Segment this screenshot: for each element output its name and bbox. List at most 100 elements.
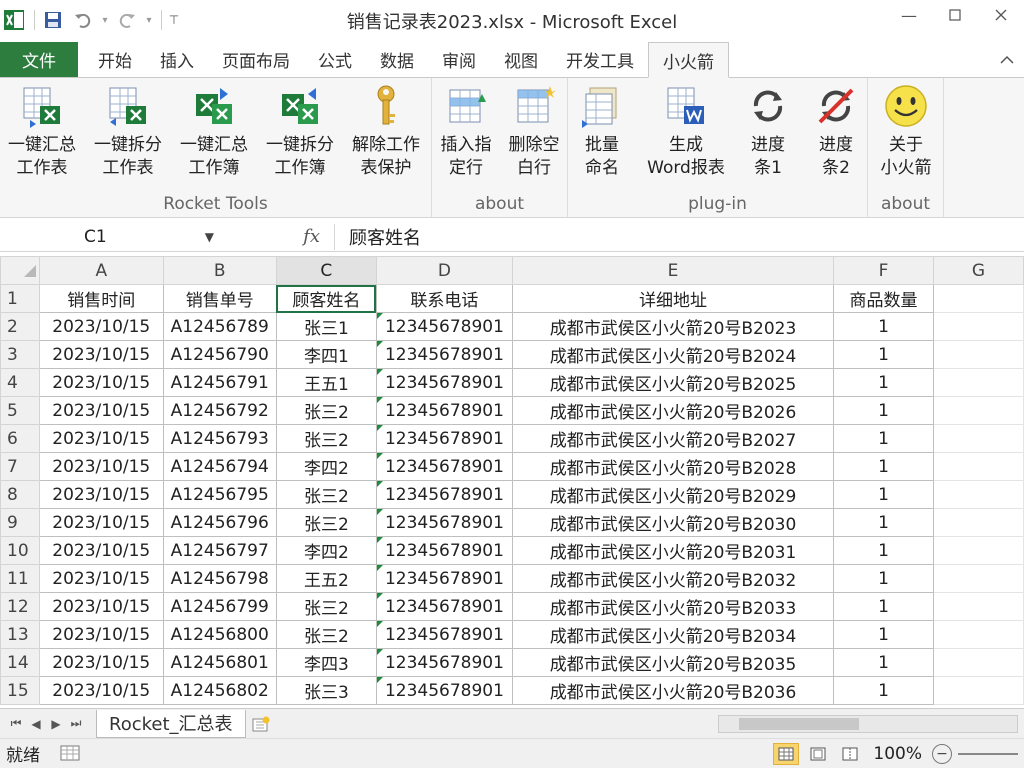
table-cell[interactable]: 成都市武侯区小火箭20号B2031 [512, 536, 835, 565]
table-cell[interactable]: 1 [833, 676, 934, 705]
table-cell[interactable]: A12456794 [162, 452, 277, 481]
name-box[interactable]: C1 ▼ [4, 224, 224, 250]
empty-cell[interactable] [932, 564, 1024, 593]
empty-cell[interactable] [932, 424, 1024, 453]
table-cell[interactable]: 张三3 [275, 676, 377, 705]
sheet-tab-rocket-summary[interactable]: Rocket_汇总表 [96, 709, 246, 738]
tab-insert[interactable]: 插入 [146, 42, 208, 77]
row-header[interactable]: 14 [0, 648, 41, 677]
empty-cell[interactable] [932, 620, 1024, 649]
table-cell[interactable]: 1 [833, 508, 934, 537]
minimize-button[interactable]: — [886, 0, 932, 30]
table-cell[interactable]: 2023/10/15 [39, 340, 164, 369]
horizontal-scrollbar[interactable] [718, 714, 1018, 733]
table-cell[interactable]: A12456801 [162, 648, 277, 677]
row-header[interactable]: 2 [0, 312, 41, 341]
normal-view-icon[interactable] [773, 742, 800, 765]
row-header[interactable]: 3 [0, 340, 41, 369]
table-cell[interactable]: 12345678901 [375, 340, 514, 369]
empty-cell[interactable] [932, 340, 1024, 369]
column-header-c[interactable]: C [275, 256, 377, 285]
table-cell[interactable]: 12345678901 [375, 536, 514, 565]
table-cell[interactable]: 李四2 [275, 452, 377, 481]
table-cell[interactable]: 12345678901 [375, 676, 514, 705]
table-cell[interactable]: 2023/10/15 [39, 536, 164, 565]
empty-cell[interactable] [932, 592, 1024, 621]
next-sheet-icon[interactable]: ▶ [46, 717, 66, 731]
row-header[interactable]: 15 [0, 676, 41, 705]
header-cell[interactable]: 销售单号 [162, 284, 277, 313]
table-cell[interactable]: A12456795 [162, 480, 277, 509]
batch-rename-button[interactable]: 批量 命名 [560, 82, 644, 186]
table-cell[interactable]: 2023/10/15 [39, 592, 164, 621]
zoom-level[interactable]: 100% [873, 744, 922, 764]
close-button[interactable] [978, 0, 1024, 30]
table-cell[interactable]: 成都市武侯区小火箭20号B2029 [512, 480, 835, 509]
row-header[interactable]: 1 [0, 284, 41, 313]
table-cell[interactable]: 12345678901 [375, 368, 514, 397]
tab-formulas[interactable]: 公式 [304, 42, 366, 77]
ribbon-collapse-icon[interactable] [1000, 42, 1024, 77]
row-header[interactable]: 7 [0, 452, 41, 481]
table-cell[interactable]: 2023/10/15 [39, 452, 164, 481]
table-cell[interactable]: 1 [833, 368, 934, 397]
table-cell[interactable]: 张三2 [275, 620, 377, 649]
table-cell[interactable]: A12456802 [162, 676, 277, 705]
table-cell[interactable]: 12345678901 [375, 424, 514, 453]
scrollbar-thumb[interactable] [739, 717, 859, 730]
table-cell[interactable]: A12456800 [162, 620, 277, 649]
first-sheet-icon[interactable]: ⏮ [6, 716, 26, 731]
row-header[interactable]: 6 [0, 424, 41, 453]
row-header[interactable]: 13 [0, 620, 41, 649]
table-cell[interactable]: A12456798 [162, 564, 277, 593]
table-cell[interactable]: 成都市武侯区小火箭20号B2034 [512, 620, 835, 649]
empty-cell[interactable] [932, 284, 1024, 313]
table-cell[interactable]: A12456799 [162, 592, 277, 621]
table-cell[interactable]: A12456796 [162, 508, 277, 537]
table-cell[interactable]: 12345678901 [375, 648, 514, 677]
table-cell[interactable]: 成都市武侯区小火箭20号B2027 [512, 424, 835, 453]
table-cell[interactable]: 成都市武侯区小火箭20号B2032 [512, 564, 835, 593]
table-cell[interactable]: 2023/10/15 [39, 424, 164, 453]
prev-sheet-icon[interactable]: ◀ [26, 717, 46, 731]
table-cell[interactable]: 12345678901 [375, 312, 514, 341]
table-cell[interactable]: 张三1 [275, 312, 377, 341]
table-cell[interactable]: 2023/10/15 [39, 368, 164, 397]
column-header-d[interactable]: D [375, 256, 514, 285]
table-cell[interactable]: A12456789 [162, 312, 277, 341]
table-cell[interactable]: A12456797 [162, 536, 277, 565]
table-cell[interactable]: A12456793 [162, 424, 277, 453]
table-cell[interactable]: 12345678901 [375, 452, 514, 481]
table-cell[interactable]: 2023/10/15 [39, 676, 164, 705]
column-header-g[interactable]: G [932, 256, 1024, 285]
table-cell[interactable]: A12456791 [162, 368, 277, 397]
empty-cell[interactable] [932, 452, 1024, 481]
table-cell[interactable]: 2023/10/15 [39, 620, 164, 649]
page-layout-view-icon[interactable] [805, 743, 831, 765]
table-cell[interactable]: A12456792 [162, 396, 277, 425]
table-cell[interactable]: 2023/10/15 [39, 648, 164, 677]
empty-cell[interactable] [932, 480, 1024, 509]
row-header[interactable]: 12 [0, 592, 41, 621]
row-header[interactable]: 8 [0, 480, 41, 509]
table-cell[interactable]: 成都市武侯区小火箭20号B2023 [512, 312, 835, 341]
table-cell[interactable]: 张三2 [275, 508, 377, 537]
empty-cell[interactable] [932, 648, 1024, 677]
table-cell[interactable]: 李四1 [275, 340, 377, 369]
table-cell[interactable]: 1 [833, 592, 934, 621]
table-cell[interactable]: 王五2 [275, 564, 377, 593]
column-header-a[interactable]: A [39, 256, 164, 285]
table-cell[interactable]: 2023/10/15 [39, 564, 164, 593]
unprotect-sheet-button[interactable]: 解除工作 表保护 [344, 82, 428, 186]
tab-developer[interactable]: 开发工具 [552, 42, 648, 77]
formula-input[interactable]: 顾客姓名 [334, 223, 1024, 250]
insert-function-icon[interactable]: fx [303, 226, 320, 247]
tab-file[interactable]: 文件 [0, 42, 78, 77]
column-header-f[interactable]: F [833, 256, 934, 285]
table-cell[interactable]: 2023/10/15 [39, 508, 164, 537]
table-cell[interactable]: 李四2 [275, 536, 377, 565]
header-cell[interactable]: 销售时间 [39, 284, 164, 313]
table-cell[interactable]: 1 [833, 340, 934, 369]
table-cell[interactable]: 12345678901 [375, 480, 514, 509]
zoom-out-button[interactable]: − [932, 743, 952, 764]
